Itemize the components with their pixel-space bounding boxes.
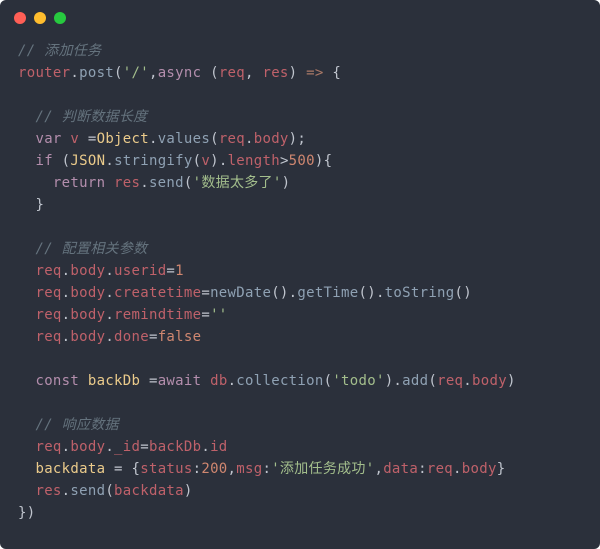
num-1: 1 xyxy=(175,263,184,279)
route-path: '/' xyxy=(123,65,149,81)
close-icon[interactable] xyxy=(14,12,26,24)
str-success: '添加任务成功' xyxy=(271,461,374,477)
kw-if: if xyxy=(35,153,52,169)
window-titlebar xyxy=(0,0,600,36)
fn-tostring: toString xyxy=(385,285,455,301)
str-todo: 'todo' xyxy=(332,373,384,389)
ident-router: router xyxy=(18,65,70,81)
arrow: => xyxy=(306,65,323,81)
fn-collection: collection xyxy=(236,373,323,389)
prop-createtime: createtime xyxy=(114,285,201,301)
fn-values: values xyxy=(158,131,210,147)
bool-false: false xyxy=(158,329,202,345)
num-500: 500 xyxy=(289,153,315,169)
kw-await: await xyxy=(158,373,202,389)
comment: // 响应数据 xyxy=(35,417,118,433)
kw-const: const xyxy=(35,373,79,389)
class-json: JSON xyxy=(70,153,105,169)
var-backdata: backdata xyxy=(35,461,105,477)
num-200: 200 xyxy=(201,461,227,477)
prop-userid: userid xyxy=(114,263,166,279)
var-v: v xyxy=(70,131,79,147)
class-object: Object xyxy=(97,131,149,147)
key-status: status xyxy=(140,461,192,477)
minimize-icon[interactable] xyxy=(34,12,46,24)
str-too-many: '数据太多了' xyxy=(193,175,282,191)
fn-send: send xyxy=(70,483,105,499)
comment: // 判断数据长度 xyxy=(35,109,147,125)
prop-done: done xyxy=(114,329,149,345)
kw-var: var xyxy=(35,131,61,147)
param-res: res xyxy=(262,65,288,81)
fn-add: add xyxy=(402,373,428,389)
code-block: // 添加任务 router.post('/',async (req, res)… xyxy=(0,36,600,542)
comment: // 添加任务 xyxy=(18,43,101,59)
kw-async: async xyxy=(158,65,202,81)
prop-length: length xyxy=(228,153,280,169)
ident-db: db xyxy=(210,373,227,389)
fn-post: post xyxy=(79,65,114,81)
prop-id: _id xyxy=(114,439,140,455)
str-empty: '' xyxy=(210,307,227,323)
kw-return: return xyxy=(53,175,105,191)
key-msg: msg xyxy=(236,461,262,477)
comment: // 配置相关参数 xyxy=(35,241,147,257)
var-backdb: backDb xyxy=(88,373,140,389)
fn-newdate: newDate xyxy=(210,285,271,301)
key-data: data xyxy=(383,461,418,477)
fn-send: send xyxy=(149,175,184,191)
zoom-icon[interactable] xyxy=(54,12,66,24)
fn-gettime: getTime xyxy=(297,285,358,301)
param-req: req xyxy=(219,65,245,81)
code-window: // 添加任务 router.post('/',async (req, res)… xyxy=(0,0,600,549)
prop-remindtime: remindtime xyxy=(114,307,201,323)
fn-stringify: stringify xyxy=(114,153,193,169)
